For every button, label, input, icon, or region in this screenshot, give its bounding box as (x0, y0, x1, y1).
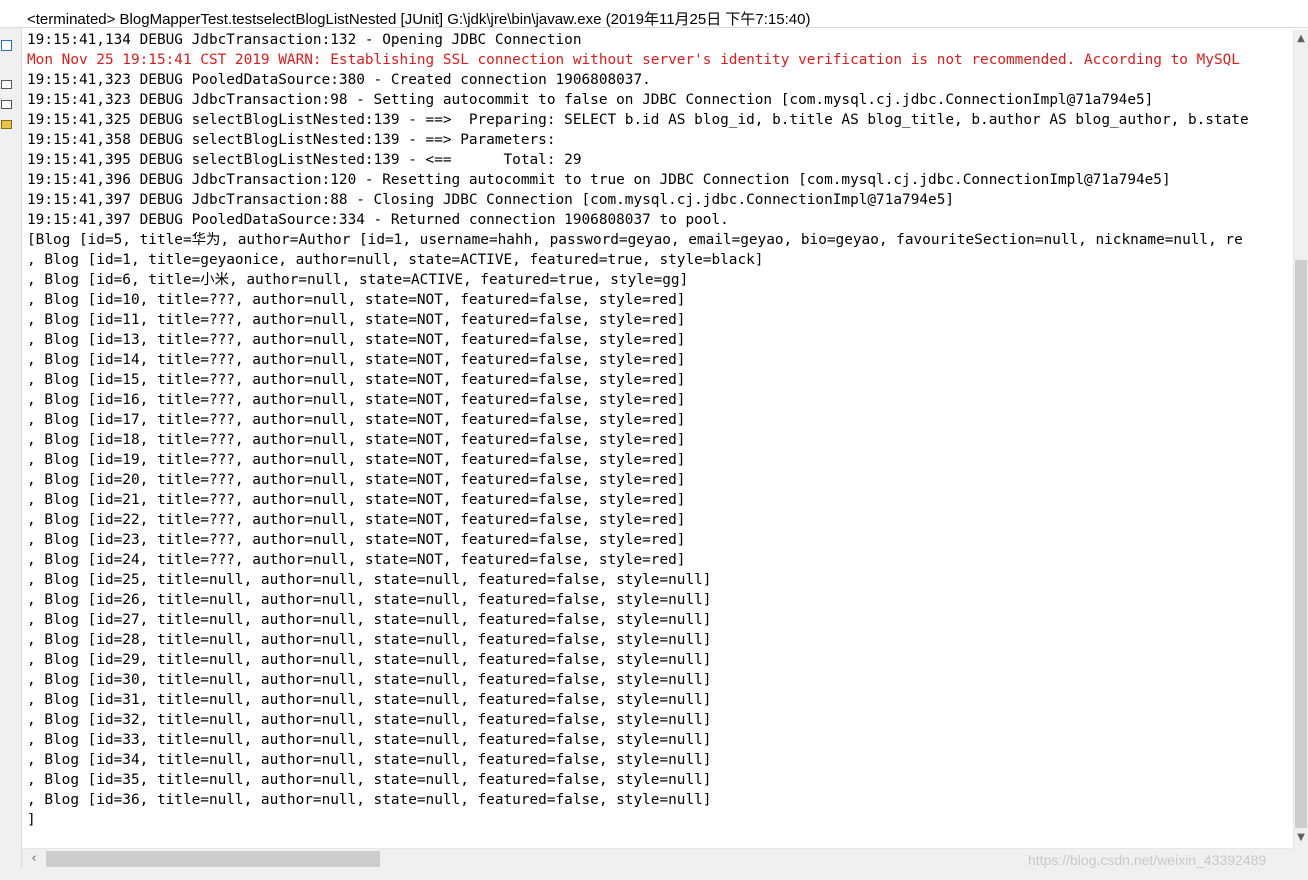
console-line: ] (27, 812, 36, 828)
console-line: , Blog [id=23, title=???, author=null, s… (27, 532, 686, 548)
vertical-scroll-thumb[interactable] (1295, 260, 1307, 828)
console-line: , Blog [id=25, title=null, author=null, … (27, 572, 712, 588)
console-line: , Blog [id=33, title=null, author=null, … (27, 732, 712, 748)
console-line: 19:15:41,397 DEBUG JdbcTransaction:88 - … (27, 192, 955, 208)
watermark: https://blog.csdn.net/weixin_43392489 (1028, 852, 1267, 868)
console-line-warning: Mon Nov 25 19:15:41 CST 2019 WARN: Estab… (27, 52, 1240, 68)
console-line: , Blog [id=28, title=null, author=null, … (27, 632, 712, 648)
console-line: , Blog [id=15, title=???, author=null, s… (27, 372, 686, 388)
console-line: , Blog [id=21, title=???, author=null, s… (27, 492, 686, 508)
console-line: , Blog [id=18, title=???, author=null, s… (27, 432, 686, 448)
console-line: 19:15:41,396 DEBUG JdbcTransaction:120 -… (27, 172, 1171, 188)
restore-icon[interactable] (1, 80, 12, 89)
launch-title: <terminated> BlogMapperTest.testselectBl… (27, 11, 811, 28)
console-line: , Blog [id=27, title=null, author=null, … (27, 612, 712, 628)
chevron-left-icon[interactable]: ‹ (24, 849, 44, 869)
folder-icon[interactable] (1, 120, 12, 129)
console-line: , Blog [id=35, title=null, author=null, … (27, 772, 712, 788)
console-line: , Blog [id=22, title=???, author=null, s… (27, 512, 686, 528)
restore-icon[interactable] (1, 100, 12, 109)
bottom-strip (0, 868, 1308, 880)
console-line: 19:15:41,395 DEBUG selectBlogListNested:… (27, 152, 582, 168)
console-line: 19:15:41,325 DEBUG selectBlogListNested:… (27, 112, 1249, 128)
console-line: [Blog [id=5, title=华为, author=Author [id… (27, 232, 1243, 248)
console-line: , Blog [id=1, title=geyaonice, author=nu… (27, 252, 764, 268)
console-line: , Blog [id=14, title=???, author=null, s… (27, 352, 686, 368)
console-line: , Blog [id=11, title=???, author=null, s… (27, 312, 686, 328)
console-view-icon[interactable] (1, 40, 12, 51)
vertical-scrollbar[interactable]: ▲ ▼ (1293, 30, 1308, 848)
console-line: , Blog [id=34, title=null, author=null, … (27, 752, 712, 768)
console-line: , Blog [id=30, title=null, author=null, … (27, 672, 712, 688)
console-line: , Blog [id=36, title=null, author=null, … (27, 792, 712, 808)
console-line: , Blog [id=16, title=???, author=null, s… (27, 392, 686, 408)
console-line: 19:15:41,323 DEBUG PooledDataSource:380 … (27, 72, 651, 88)
console-line: , Blog [id=20, title=???, author=null, s… (27, 472, 686, 488)
console-line: , Blog [id=31, title=null, author=null, … (27, 692, 712, 708)
chevron-up-icon[interactable]: ▲ (1294, 30, 1308, 48)
console-output[interactable]: 19:15:41,134 DEBUG JdbcTransaction:132 -… (22, 30, 1293, 848)
console-line: , Blog [id=6, title=小米, author=null, sta… (27, 272, 689, 288)
console-line: , Blog [id=17, title=???, author=null, s… (27, 412, 686, 428)
console-line: , Blog [id=13, title=???, author=null, s… (27, 332, 686, 348)
console-line: 19:15:41,358 DEBUG selectBlogListNested:… (27, 132, 565, 148)
console-line: , Blog [id=32, title=null, author=null, … (27, 712, 712, 728)
console-line: , Blog [id=24, title=???, author=null, s… (27, 552, 686, 568)
console-line: , Blog [id=26, title=null, author=null, … (27, 592, 712, 608)
console-header: <terminated> BlogMapperTest.testselectBl… (0, 0, 1308, 28)
scrollbar-corner (1293, 848, 1308, 868)
chevron-down-icon[interactable]: ▼ (1294, 829, 1308, 847)
console-line: 19:15:41,323 DEBUG JdbcTransaction:98 - … (27, 92, 1154, 108)
console-line: , Blog [id=19, title=???, author=null, s… (27, 452, 686, 468)
horizontal-scroll-thumb[interactable] (46, 851, 380, 867)
console-line: , Blog [id=10, title=???, author=null, s… (27, 292, 686, 308)
console-line: 19:15:41,134 DEBUG JdbcTransaction:132 -… (27, 32, 582, 48)
console-line: , Blog [id=29, title=null, author=null, … (27, 652, 712, 668)
console-line: 19:15:41,397 DEBUG PooledDataSource:334 … (27, 212, 729, 228)
left-gutter (0, 28, 22, 880)
